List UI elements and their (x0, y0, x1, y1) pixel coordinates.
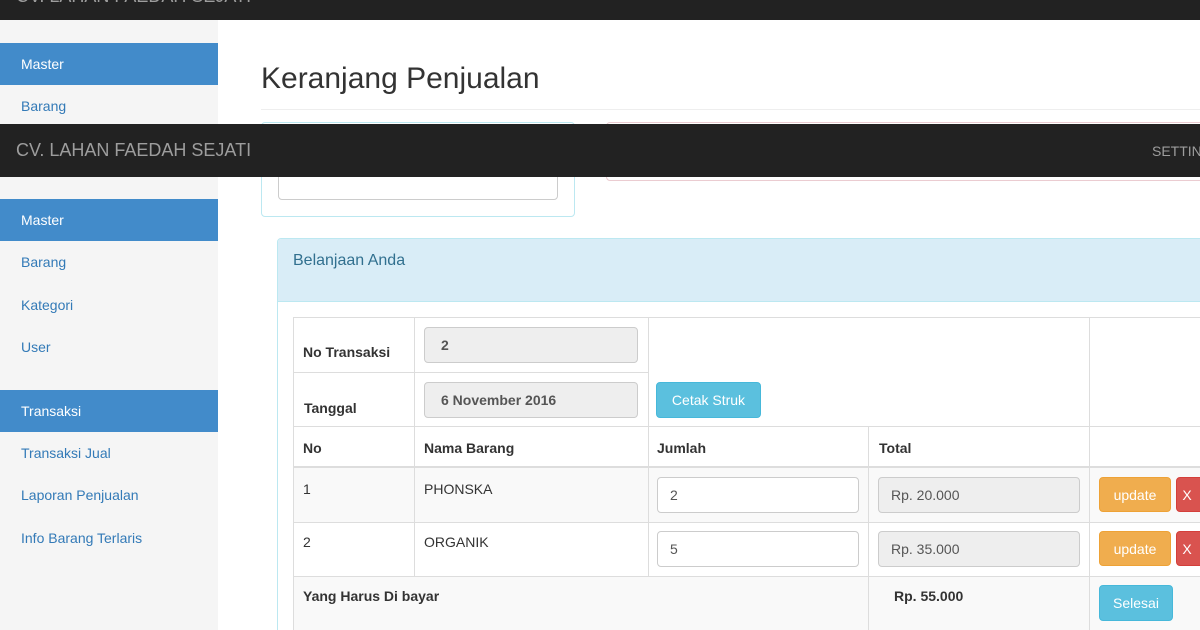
sidebar-header-master-top: Master (0, 43, 218, 85)
table-border (293, 317, 294, 630)
title-divider (261, 109, 1200, 110)
table-border (414, 317, 415, 576)
page-title: Keranjang Penjualan (261, 62, 540, 95)
sidebar-item-user[interactable]: User (21, 339, 51, 355)
jumlah-input[interactable]: 5 (657, 531, 859, 567)
table-border (293, 317, 1200, 318)
navbar-brand-partial[interactable]: CV. LAHAN FAEDAH SEJATI (16, 0, 251, 7)
sidebar-item-info-barang-terlaris[interactable]: Info Barang Terlaris (21, 530, 142, 546)
no-transaksi-field: 2 (424, 327, 638, 363)
total-label: Yang Harus Di bayar (303, 588, 440, 604)
cart-panel-title: Belanjaan Anda (293, 252, 406, 269)
sidebar-item-barang-top[interactable]: Barang (21, 98, 66, 114)
sidebar-item-barang[interactable]: Barang (21, 254, 66, 270)
total-field: Rp. 20.000 (878, 477, 1080, 513)
delete-button[interactable]: X (1176, 477, 1200, 512)
table-border (293, 426, 1200, 427)
tanggal-label: Tanggal (304, 400, 357, 416)
column-header-no: No (303, 440, 322, 456)
table-border (293, 372, 648, 373)
row-nama-barang: ORGANIK (424, 534, 489, 550)
sidebar-header-master: Master (0, 199, 218, 241)
navbar: CV. LAHAN FAEDAH SEJATI SETTIN (0, 124, 1200, 177)
table-border (293, 466, 1200, 468)
total-value: Rp. 55.000 (894, 588, 964, 604)
sidebar-header-transaksi: Transaksi (0, 390, 218, 432)
table-border (868, 426, 869, 630)
sidebar: Master Barang Master Barang Kategori Use… (0, 20, 218, 630)
table-border (293, 576, 1200, 577)
table-border (1089, 317, 1090, 630)
cart-panel-heading: Belanjaan Anda (278, 239, 1200, 302)
column-header-nama-barang: Nama Barang (424, 440, 515, 456)
sidebar-item-transaksi-jual[interactable]: Transaksi Jual (21, 445, 111, 461)
total-field: Rp. 35.000 (878, 531, 1080, 567)
cetak-struk-button[interactable]: Cetak Struk (656, 382, 761, 418)
sidebar-item-kategori[interactable]: Kategori (21, 297, 73, 313)
row-no: 1 (303, 481, 311, 497)
row-no: 2 (303, 534, 311, 550)
update-button[interactable]: update (1099, 531, 1171, 566)
navbar-brand[interactable]: CV. LAHAN FAEDAH SEJATI (16, 140, 251, 161)
selesai-button[interactable]: Selesai (1099, 585, 1173, 621)
no-transaksi-label: No Transaksi (303, 344, 391, 360)
navbar-top-partial: CV. LAHAN FAEDAH SEJATI (0, 0, 1200, 20)
sidebar-item-laporan-penjualan[interactable]: Laporan Penjualan (21, 487, 139, 503)
column-header-total: Total (879, 440, 912, 456)
delete-button[interactable]: X (1176, 531, 1200, 566)
navbar-settings-link[interactable]: SETTIN (1152, 143, 1200, 159)
jumlah-input[interactable]: 2 (657, 477, 859, 513)
column-header-jumlah: Jumlah (657, 440, 707, 456)
row-nama-barang: PHONSKA (424, 481, 493, 497)
table-border (293, 522, 1200, 523)
cart-panel: Belanjaan Anda (277, 238, 1200, 630)
tanggal-field: 6 November 2016 (424, 382, 638, 418)
update-button[interactable]: update (1099, 477, 1171, 512)
table-border (648, 317, 649, 576)
